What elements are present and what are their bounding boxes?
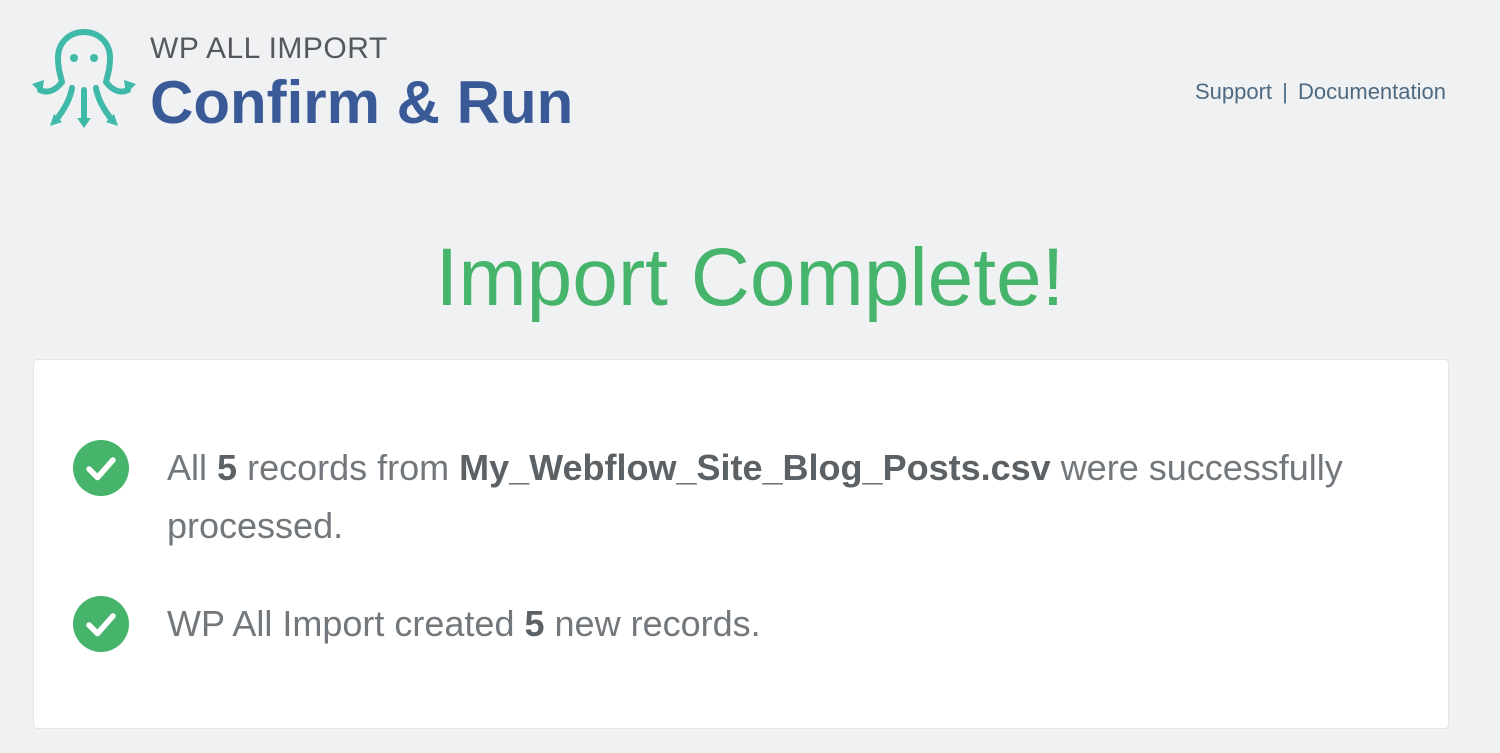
result-suffix: new records.	[554, 603, 761, 644]
check-circle-icon	[73, 440, 129, 496]
octopus-logo-icon	[32, 29, 136, 128]
page-title: Confirm & Run	[150, 69, 574, 136]
page-header: WP ALL IMPORT Confirm & Run Support | Do…	[0, 0, 1500, 160]
file-name: My_Webflow_Site_Blog_Posts.csv	[459, 447, 1051, 488]
results-panel: All 5 records from My_Webflow_Site_Blog_…	[33, 359, 1449, 729]
support-link[interactable]: Support	[1195, 79, 1272, 104]
brand-name: WP ALL IMPORT	[150, 32, 388, 65]
created-count: 5	[524, 603, 545, 644]
result-prefix: All	[167, 447, 208, 488]
link-separator: |	[1282, 79, 1288, 104]
header-links: Support | Documentation	[1195, 78, 1446, 106]
check-circle-icon	[73, 596, 129, 652]
documentation-link[interactable]: Documentation	[1298, 79, 1446, 104]
result-text-created: WP All Import created 5 new records.	[167, 595, 1407, 653]
record-count: 5	[217, 447, 238, 488]
result-text-processed: All 5 records from My_Webflow_Site_Blog_…	[167, 439, 1407, 555]
import-complete-heading: Import Complete!	[435, 232, 1065, 323]
result-prefix: WP All Import created	[167, 603, 515, 644]
result-middle: records from	[247, 447, 450, 488]
